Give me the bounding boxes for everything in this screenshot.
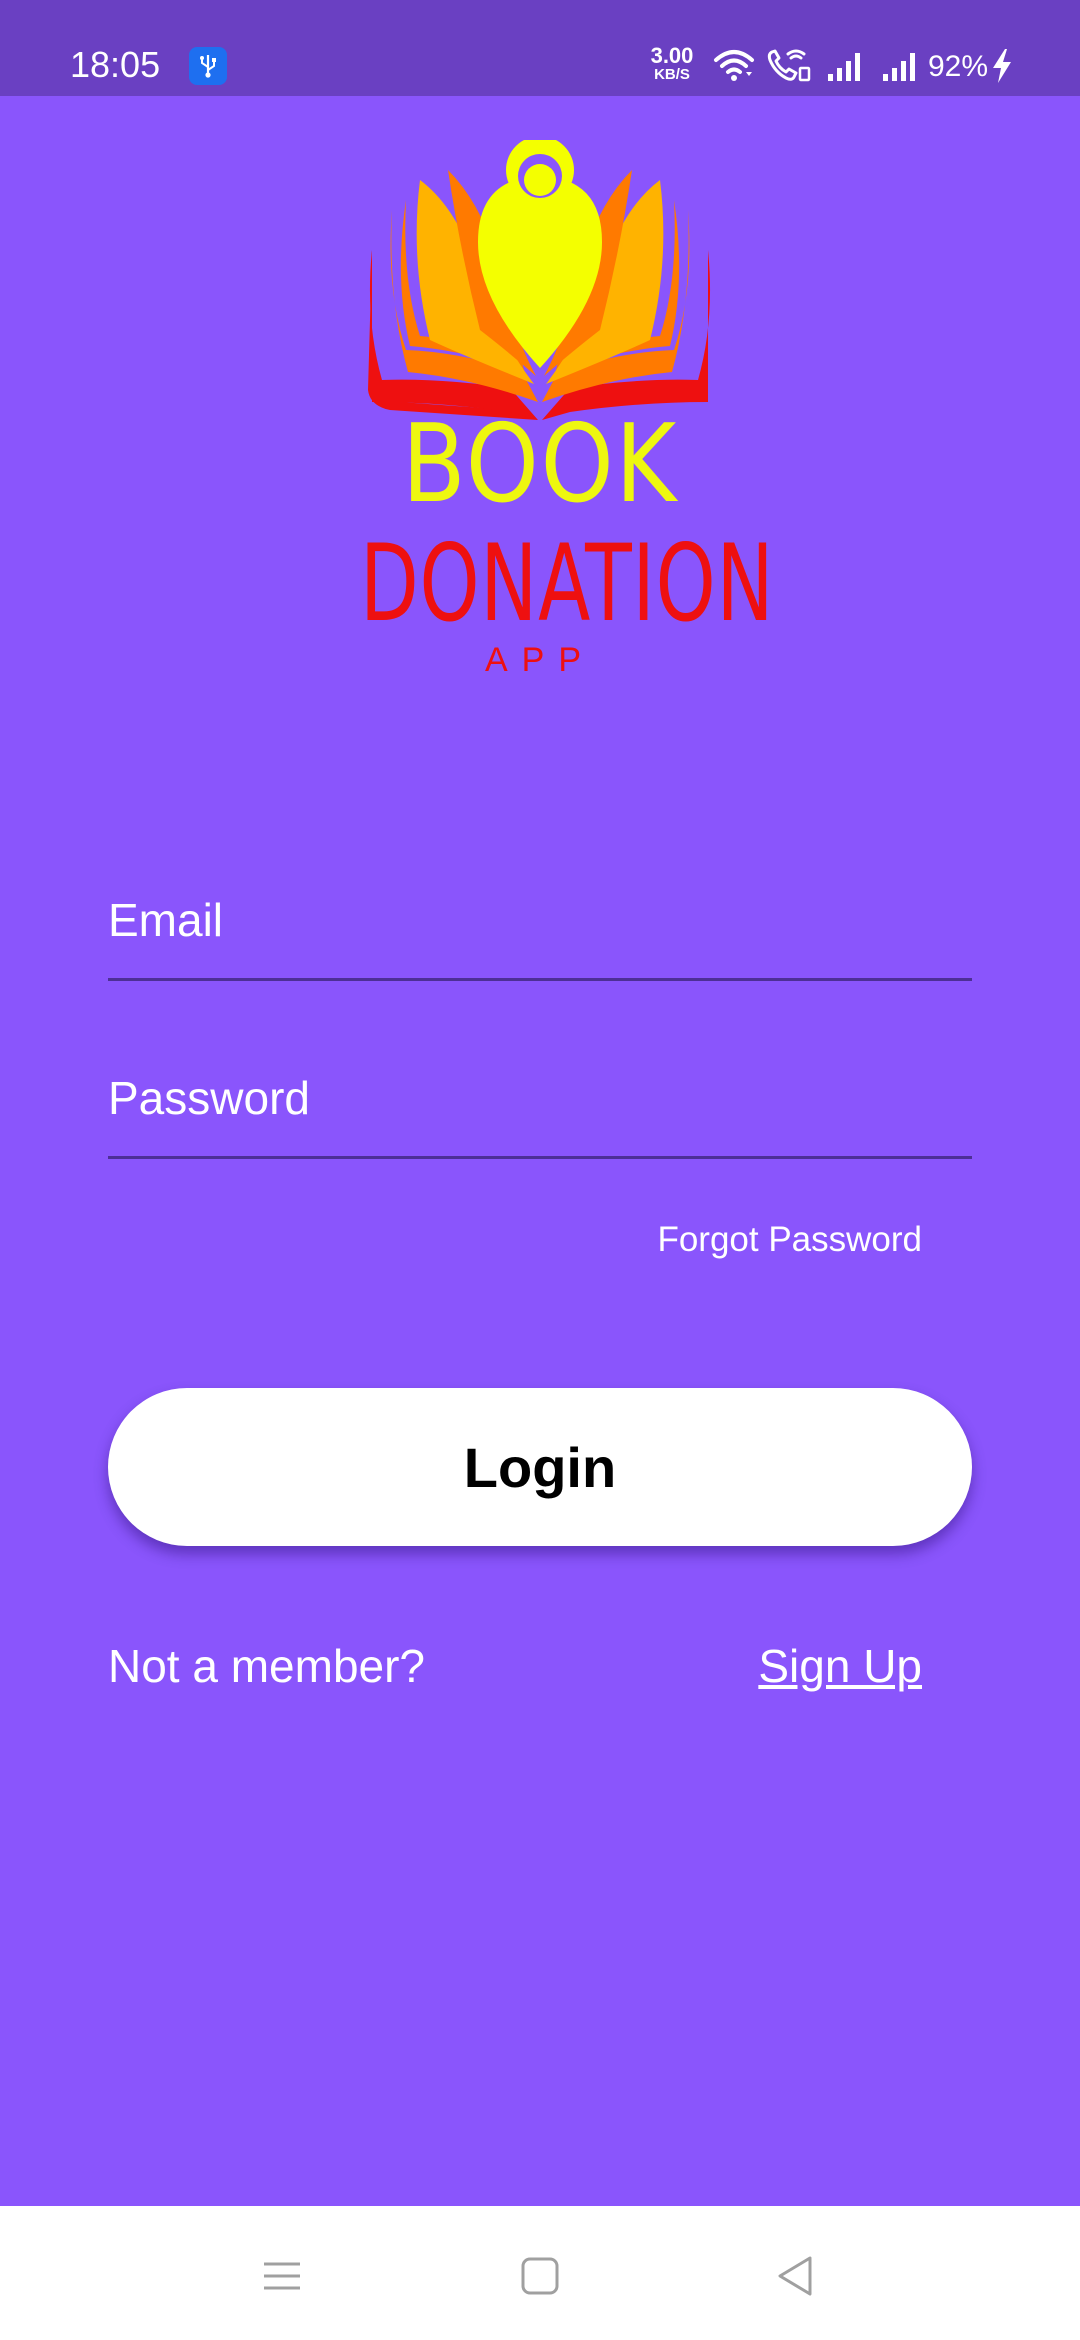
- forgot-password-link[interactable]: Forgot Password: [657, 1220, 922, 1260]
- charging-bolt-icon: [993, 49, 1011, 83]
- battery-percentage: 92%: [928, 50, 989, 83]
- email-input[interactable]: [108, 890, 972, 950]
- book-leaves-emblem: [368, 140, 711, 420]
- wifi-icon: [714, 50, 754, 81]
- password-input[interactable]: [108, 1068, 972, 1128]
- wifi-calling-icon: [767, 49, 811, 82]
- sign-up-link[interactable]: Sign Up: [758, 1640, 922, 1692]
- usb-debug-icon: [189, 47, 227, 85]
- system-navigation-bar: [0, 2206, 1080, 2340]
- menu-icon[interactable]: [252, 2246, 312, 2306]
- signal-icon: [883, 53, 915, 81]
- home-icon[interactable]: [510, 2246, 570, 2306]
- logo-title-book: BOOK: [401, 402, 679, 527]
- logo-subtitle-app: APP: [484, 641, 596, 679]
- network-speed-unit: KB/S: [654, 66, 690, 83]
- not-member-text: Not a member?: [108, 1640, 426, 1692]
- network-speed-value: 3.00: [650, 43, 694, 68]
- signal-icon: [828, 53, 860, 81]
- back-icon[interactable]: [766, 2246, 826, 2306]
- status-bar: 18:05 3.00 KB/S 92%: [0, 0, 1080, 96]
- login-button[interactable]: Login: [108, 1388, 972, 1546]
- network-speed: 3.00 KB/S: [643, 45, 701, 83]
- status-time: 18:05: [70, 44, 161, 85]
- app-logo: BOOK DONATION APP: [310, 140, 775, 700]
- password-field: [108, 1046, 972, 1159]
- email-field: [108, 868, 972, 981]
- logo-title-donation: DONATION: [360, 522, 775, 645]
